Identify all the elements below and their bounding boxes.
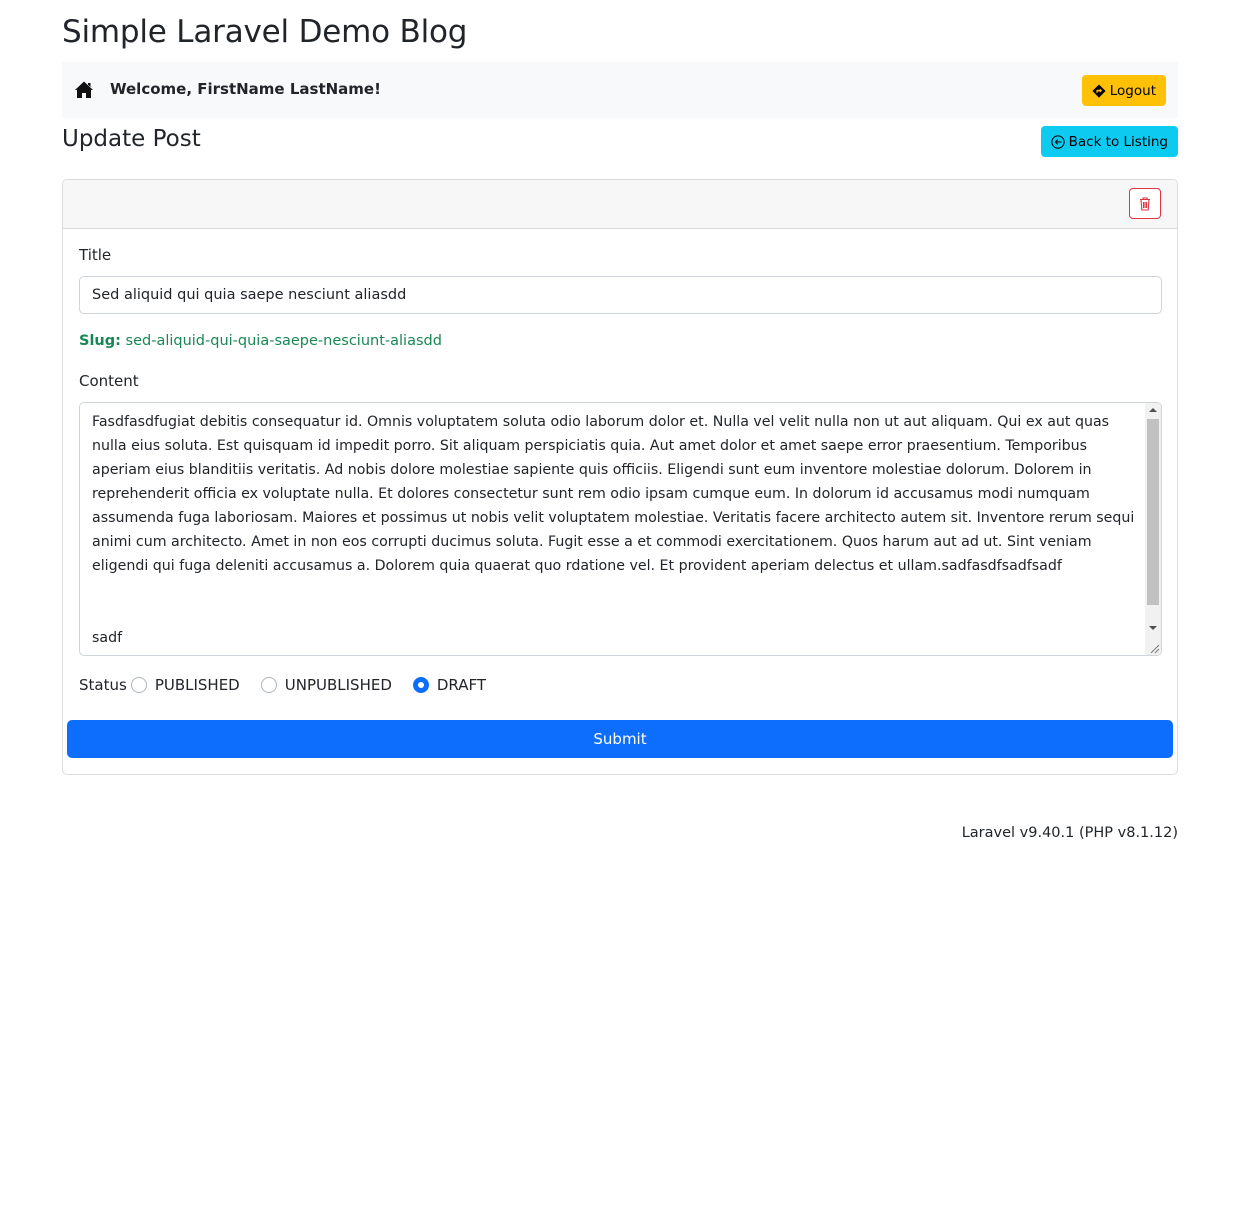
scroll-up-icon[interactable] <box>1149 408 1157 412</box>
slug-label: Slug: <box>79 333 121 349</box>
status-radio-group: Status PUBLISHED UNPUBLISHED DRAFT <box>79 674 486 696</box>
submit-button[interactable]: Submit <box>67 720 1173 758</box>
welcome-message: Welcome, FirstName LastName! <box>110 80 381 98</box>
diamond-arrow-icon <box>1092 83 1106 98</box>
trash-icon <box>1140 196 1150 211</box>
status-label: Status <box>79 676 127 694</box>
circle-arrow-left-icon <box>1050 134 1065 149</box>
home-icon[interactable] <box>74 80 94 100</box>
scrollbar-thumb[interactable] <box>1147 419 1159 605</box>
back-to-listing-label: Back to Listing <box>1068 133 1168 150</box>
title-label: Title <box>79 246 112 264</box>
radio-draft[interactable] <box>412 677 429 693</box>
scroll-down-icon[interactable] <box>1149 626 1157 630</box>
radio-unpublished[interactable] <box>260 677 277 693</box>
card-header <box>63 180 1177 229</box>
content-scrollbar[interactable] <box>1145 403 1161 655</box>
radio-published[interactable] <box>130 677 147 693</box>
radio-draft-label[interactable]: DRAFT <box>437 676 486 694</box>
logout-label: Logout <box>1109 82 1156 99</box>
radio-published-label[interactable]: PUBLISHED <box>155 676 240 694</box>
back-to-listing-button[interactable]: Back to Listing <box>1040 126 1178 157</box>
logout-button[interactable]: Logout <box>1081 75 1166 106</box>
content-label: Content <box>79 372 139 390</box>
app-title: Simple Laravel Demo Blog <box>62 14 468 50</box>
delete-post-button[interactable] <box>1129 188 1161 219</box>
content-textarea[interactable]: Fasdfasdfugiat debitis consequatur id. O… <box>79 402 1162 656</box>
navbar: Welcome, FirstName LastName! Logout <box>62 62 1178 118</box>
content-text[interactable]: Fasdfasdfugiat debitis consequatur id. O… <box>92 410 1137 650</box>
page-title: Update Post <box>62 126 201 152</box>
title-input[interactable] <box>79 276 1162 314</box>
footer-version: Laravel v9.40.1 (PHP v8.1.12) <box>961 825 1178 841</box>
resize-grip-icon[interactable] <box>1148 642 1160 654</box>
radio-unpublished-label[interactable]: UNPUBLISHED <box>285 676 392 694</box>
slug-line: Slug: sed-aliquid-qui-quia-saepe-nesciun… <box>79 333 442 349</box>
slug-value: sed-aliquid-qui-quia-saepe-nesciunt-alia… <box>125 333 442 349</box>
post-form-card: Title Slug: sed-aliquid-qui-quia-saepe-n… <box>62 179 1178 775</box>
